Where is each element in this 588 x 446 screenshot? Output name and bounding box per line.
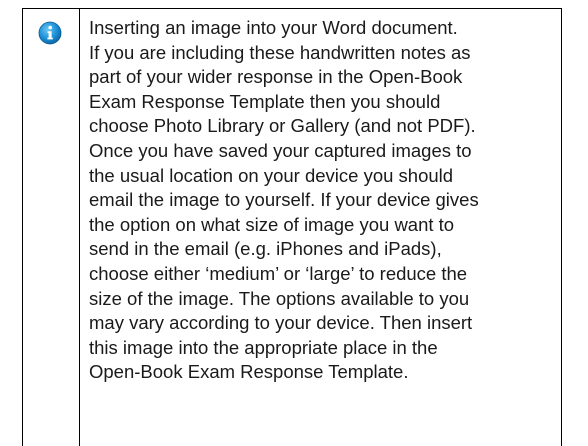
icon-cell	[23, 9, 80, 446]
note-text: Inserting an image into your Word docume…	[89, 17, 479, 383]
note-text-cell: Inserting an image into your Word docume…	[80, 9, 561, 446]
info-icon	[38, 21, 62, 45]
info-note-table: Inserting an image into your Word docume…	[22, 8, 562, 446]
